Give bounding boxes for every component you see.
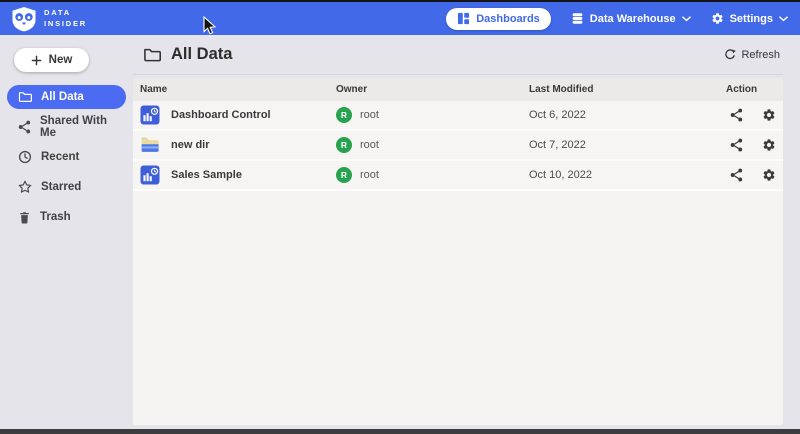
sidebar: New All Data Shared With Me Recent Star <box>0 35 133 429</box>
folder-file-icon <box>140 135 160 155</box>
sidebar-item-trash[interactable]: Trash <box>7 205 126 229</box>
dashboard-file-icon <box>140 165 160 185</box>
content-header: All Data Refresh <box>133 35 783 75</box>
folder-icon <box>18 90 32 104</box>
data-warehouse-label: Data Warehouse <box>590 13 676 25</box>
table-row[interactable]: Sales Sample R root Oct 10, 2022 <box>133 161 783 191</box>
sidebar-item-starred[interactable]: Starred <box>7 175 126 199</box>
share-icon <box>730 108 743 122</box>
sidebar-item-recent[interactable]: Recent <box>7 145 126 169</box>
main-content: All Data Refresh Name Owner Last Modifie… <box>133 35 800 429</box>
gear-icon <box>762 138 776 152</box>
top-nav-menu: Dashboards Data Warehouse Settings <box>446 8 788 30</box>
owner-avatar: R <box>336 107 352 123</box>
share-button[interactable] <box>730 108 743 122</box>
folder-icon <box>143 46 161 64</box>
column-header-owner: Owner <box>336 84 529 95</box>
new-button-label: New <box>49 54 73 66</box>
owner-avatar: R <box>336 137 352 153</box>
window-bottom-edge <box>0 429 800 434</box>
brand-line1: DATA <box>44 8 87 19</box>
owner-name: root <box>360 109 379 121</box>
dashboard-grid-icon <box>457 12 470 25</box>
file-name: Dashboard Control <box>171 109 271 121</box>
file-table: Name Owner Last Modified Action Dashboar… <box>133 78 783 425</box>
table-header-row: Name Owner Last Modified Action <box>133 78 783 101</box>
last-modified-date: Oct 6, 2022 <box>529 109 726 121</box>
gear-icon <box>711 12 724 25</box>
settings-menu[interactable]: Settings <box>711 12 788 25</box>
owl-logo-icon <box>11 6 37 32</box>
share-button[interactable] <box>730 138 743 152</box>
data-warehouse-menu[interactable]: Data Warehouse <box>571 12 691 25</box>
sidebar-item-shared-with-me[interactable]: Shared With Me <box>7 115 126 139</box>
refresh-label: Refresh <box>741 49 780 61</box>
file-name: new dir <box>171 139 210 151</box>
sidebar-item-label: Trash <box>40 211 71 223</box>
table-row[interactable]: Dashboard Control R root Oct 6, 2022 <box>133 101 783 131</box>
column-header-action: Action <box>726 84 783 95</box>
column-header-name: Name <box>140 84 336 95</box>
owner-avatar: R <box>336 167 352 183</box>
top-navbar: DATA INSIDER Dashboards Data Warehouse S… <box>0 2 800 35</box>
brand-logo: DATA INSIDER <box>11 6 87 32</box>
sidebar-item-label: Starred <box>41 181 81 193</box>
last-modified-date: Oct 7, 2022 <box>529 139 726 151</box>
last-modified-date: Oct 10, 2022 <box>529 169 726 181</box>
owner-name: root <box>360 139 379 151</box>
refresh-icon <box>724 49 736 61</box>
chevron-down-icon <box>779 16 788 22</box>
table-row[interactable]: new dir R root Oct 7, 2022 <box>133 131 783 161</box>
dashboards-button[interactable]: Dashboards <box>446 8 551 30</box>
sidebar-nav: All Data Shared With Me Recent Starred T… <box>0 85 133 229</box>
brand-line2: INSIDER <box>44 19 87 30</box>
refresh-button[interactable]: Refresh <box>724 49 780 61</box>
share-icon <box>730 168 743 182</box>
app-window: DATA INSIDER Dashboards Data Warehouse S… <box>0 0 800 434</box>
database-icon <box>571 12 584 25</box>
share-icon <box>730 138 743 152</box>
file-name: Sales Sample <box>171 169 242 181</box>
gear-icon <box>762 108 776 122</box>
owner-name: root <box>360 169 379 181</box>
chevron-down-icon <box>682 16 691 22</box>
trash-icon <box>18 211 31 224</box>
dashboard-file-icon <box>140 105 160 125</box>
plus-icon <box>31 55 42 66</box>
settings-button[interactable] <box>762 168 776 182</box>
clock-icon <box>18 150 32 164</box>
sidebar-item-label: Shared With Me <box>40 115 126 139</box>
sidebar-item-label: Recent <box>41 151 79 163</box>
new-button[interactable]: New <box>14 48 89 72</box>
settings-label: Settings <box>730 13 773 25</box>
share-button[interactable] <box>730 168 743 182</box>
brand-name: DATA INSIDER <box>44 8 87 30</box>
star-icon <box>18 180 32 194</box>
settings-button[interactable] <box>762 108 776 122</box>
sidebar-item-all-data[interactable]: All Data <box>7 85 126 109</box>
share-icon <box>18 120 31 134</box>
dashboards-label: Dashboards <box>476 13 540 25</box>
page-title: All Data <box>171 45 232 64</box>
column-header-last-modified: Last Modified <box>529 84 726 95</box>
settings-button[interactable] <box>762 138 776 152</box>
gear-icon <box>762 168 776 182</box>
sidebar-item-label: All Data <box>41 91 84 103</box>
